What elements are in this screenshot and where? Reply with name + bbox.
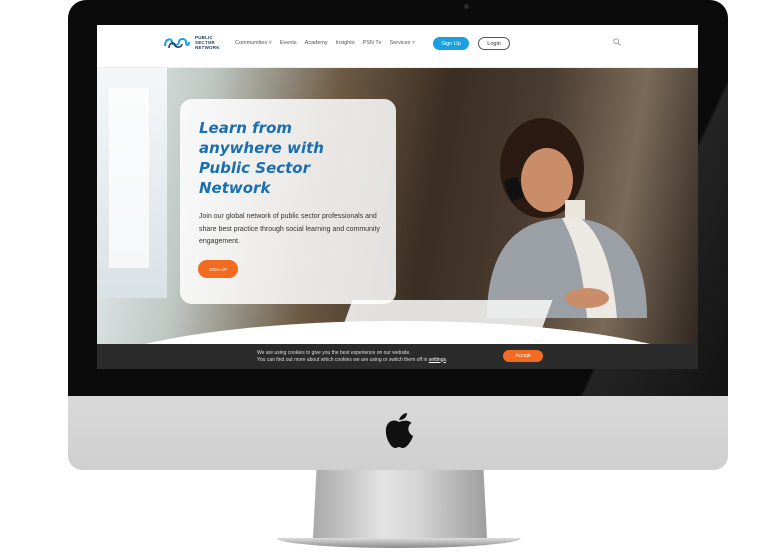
imac-stand (313, 470, 487, 538)
search-icon[interactable] (613, 38, 621, 46)
hero-section: Learn from anywhere with Public Sector N… (97, 68, 698, 344)
website-screen: PUBLIC SECTOR NETWORK Communities ˅ Even… (97, 25, 698, 369)
hero-subtitle: Join our global network of public sector… (199, 213, 380, 245)
hero-title: Learn from anywhere with Public Sector N… (199, 119, 324, 197)
nav-menu: Communities ˅ Events Academy Insights PS… (235, 40, 415, 46)
hero-signup-button[interactable]: SIGN UP (198, 260, 238, 278)
imac-stand-base (277, 538, 521, 548)
cookie-settings-link[interactable]: settings (429, 357, 446, 363)
nav-item-services[interactable]: Services ˅ (389, 40, 415, 46)
nav-item-events[interactable]: Events (280, 40, 297, 46)
login-button[interactable]: Login (478, 37, 510, 50)
site-navbar: PUBLIC SECTOR NETWORK Communities ˅ Even… (97, 25, 698, 68)
cookie-line-2-end: . (446, 356, 448, 363)
hero-photo-woman (487, 118, 647, 318)
cookie-message: We are using cookies to give you the bes… (257, 350, 447, 363)
nav-item-psn-tv[interactable]: PSN Tv (363, 40, 382, 46)
signup-button[interactable]: Sign Up (433, 37, 469, 50)
nav-item-communities[interactable]: Communities ˅ (235, 40, 272, 46)
nav-item-academy[interactable]: Academy (305, 40, 328, 46)
hero-bg-window-light (109, 88, 149, 268)
hero-card: Learn from anywhere with Public Sector N… (180, 99, 396, 304)
cookie-line-2: You can find out more about which cookie… (257, 357, 447, 364)
psn-logo[interactable]: PUBLIC SECTOR NETWORK (163, 34, 220, 50)
logo-line-3: NETWORK (195, 44, 220, 50)
nav-item-insights[interactable]: Insights (336, 40, 355, 46)
camera-dot (464, 4, 469, 9)
logo-wordmark: PUBLIC SECTOR NETWORK (195, 35, 220, 50)
cookie-line-2-text: You can find out more about which cookie… (257, 356, 428, 363)
psn-logo-icon (164, 38, 190, 49)
cookie-banner: We are using cookies to give you the bes… (97, 344, 698, 369)
cookie-accept-button[interactable]: Accept (503, 350, 543, 362)
apple-logo-icon (385, 413, 413, 448)
